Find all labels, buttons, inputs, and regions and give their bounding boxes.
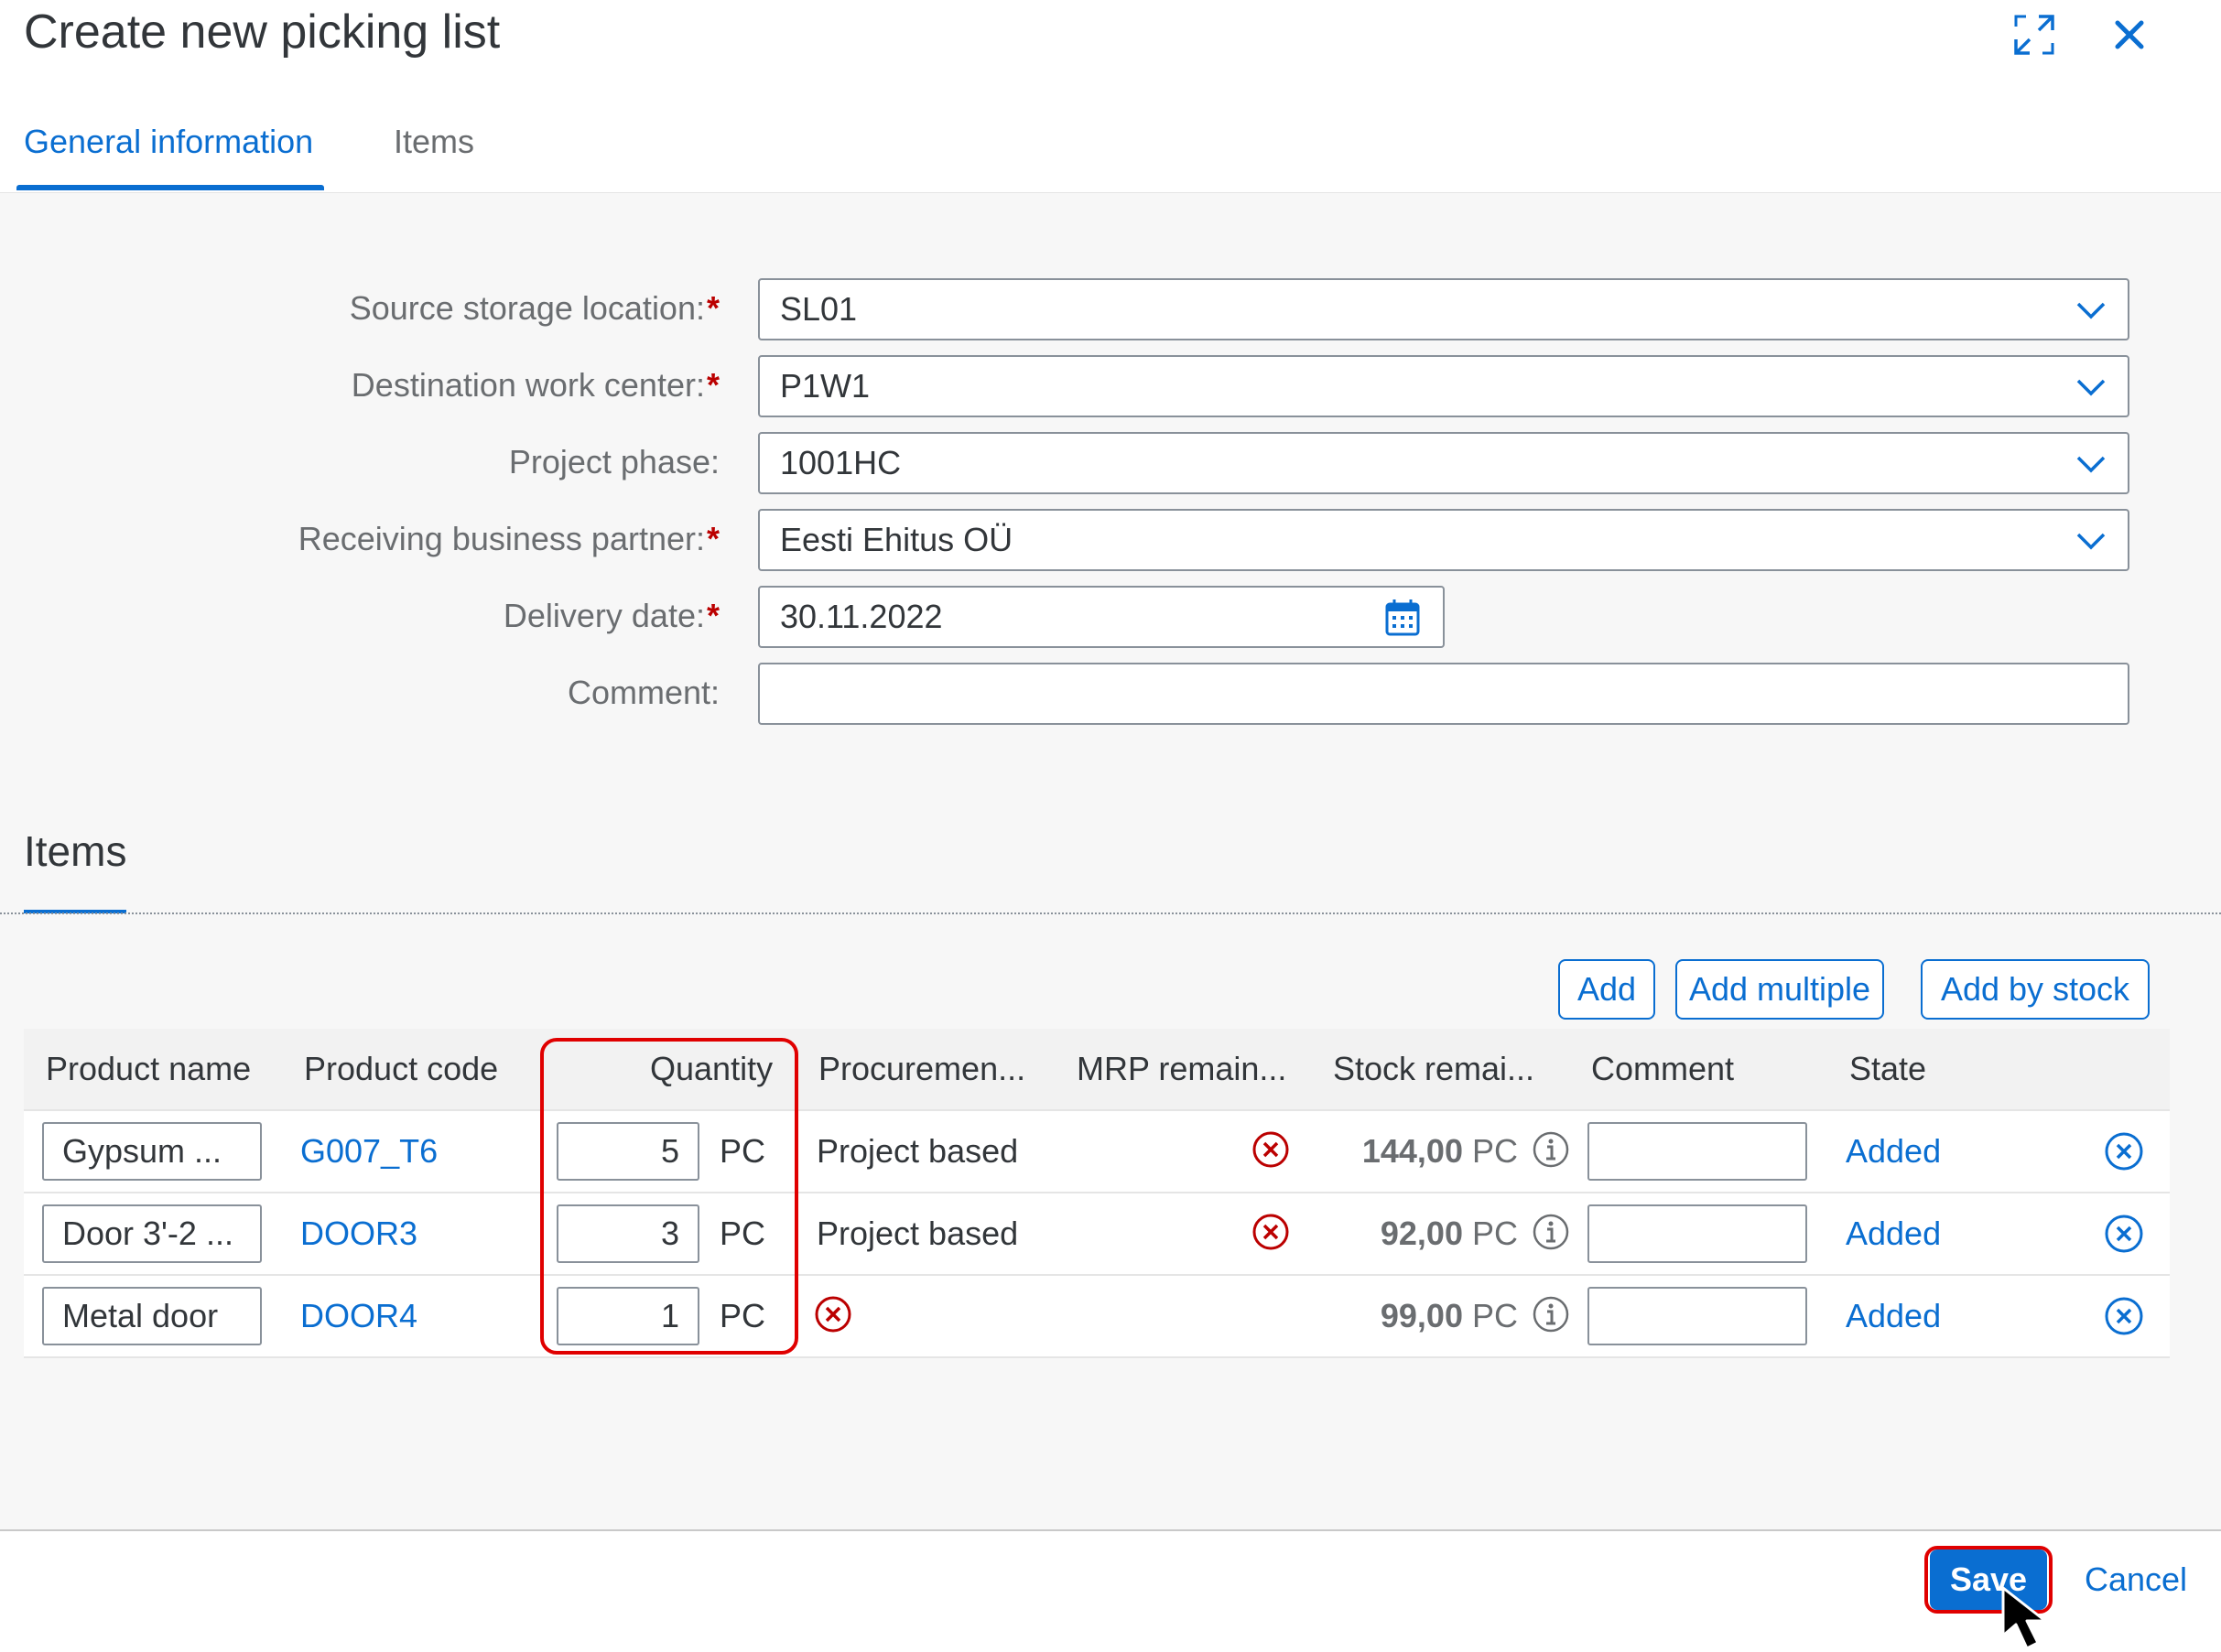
error-circle-icon [813,1294,853,1334]
product-name-input[interactable]: Metal door [42,1287,262,1345]
form-label-destination-work-center: Destination work center:* [351,366,720,404]
chevron-down-icon [2076,456,2106,473]
state-link[interactable]: Added [1846,1111,1941,1192]
items-section-title: Items [24,827,127,875]
close-icon[interactable] [2102,7,2157,62]
dialog-title: Create new picking list [24,5,501,59]
remove-circle-icon[interactable] [2102,1294,2146,1338]
stock-remaining-value: 144,00 PC [1361,1132,1518,1170]
add-multiple-button[interactable]: Add multiple [1675,959,1884,1020]
add-button[interactable]: Add [1558,959,1655,1020]
info-icon[interactable] [1531,1294,1571,1334]
required-marker: * [706,520,720,557]
required-marker: * [706,366,720,404]
chevron-down-icon [2076,533,2106,550]
column-header-comment[interactable]: Comment [1591,1029,1734,1109]
row-comment-input[interactable] [1587,1122,1807,1181]
form-label-delivery-date: Delivery date:* [503,597,720,634]
expand-icon[interactable] [2007,7,2062,62]
procurement-text: Project based [817,1215,1019,1252]
quantity-input[interactable]: 1 [557,1287,699,1345]
product-code-link[interactable]: G007_T6 [300,1111,438,1192]
form-label-project-phase: Project phase: [508,443,720,480]
quantity-input[interactable]: 3 [557,1204,699,1263]
form-label-receiving-business-partner: Receiving business partner:* [298,520,720,557]
column-header-product-code[interactable]: Product code [304,1029,498,1109]
form-label-source-storage-location: Source storage location:* [349,289,720,327]
product-code-link[interactable]: DOOR4 [300,1276,417,1356]
quantity-unit: PC [720,1297,766,1334]
tab-general-information[interactable]: General information [24,119,313,165]
column-header-quantity[interactable]: Quantity [650,1029,773,1109]
state-link[interactable]: Added [1846,1193,1941,1274]
product-code-link[interactable]: DOOR3 [300,1193,417,1274]
chevron-down-icon [2076,302,2106,319]
table-header: Product name Product code Quantity Procu… [24,1029,2170,1111]
error-circle-icon [1251,1212,1291,1252]
project-phase-select[interactable]: 1001HC [758,432,2129,494]
column-header-mrp-remaining[interactable]: MRP remain... [1077,1029,1286,1109]
delivery-date-picker[interactable]: 30.11.2022 [758,586,1445,648]
chevron-down-icon [2076,379,2106,396]
remove-circle-icon[interactable] [2102,1212,2146,1256]
column-header-state[interactable]: State [1849,1029,1926,1109]
info-icon[interactable] [1531,1129,1571,1170]
product-name-input[interactable]: Gypsum ... [42,1122,262,1181]
destination-work-center-select[interactable]: P1W1 [758,355,2129,417]
tab-items[interactable]: Items [394,119,474,165]
row-comment-input[interactable] [1587,1287,1807,1345]
info-icon[interactable] [1531,1212,1571,1252]
column-header-product-name[interactable]: Product name [46,1029,251,1109]
add-by-stock-button[interactable]: Add by stock [1921,959,2150,1020]
column-header-stock-remaining[interactable]: Stock remai... [1333,1029,1534,1109]
mouse-cursor-icon [2001,1586,2047,1650]
quantity-input[interactable]: 5 [557,1122,699,1181]
stock-remaining-value: 99,00 PC [1380,1297,1518,1334]
quantity-unit: PC [720,1215,766,1252]
remove-circle-icon[interactable] [2102,1129,2146,1173]
dialog-footer: Save Cancel [0,1529,2221,1652]
table-row: Door 3'-2 ... DOOR3 3 PC Project based 9… [24,1193,2170,1276]
calendar-icon[interactable] [1384,599,1421,637]
row-comment-input[interactable] [1587,1204,1807,1263]
table-row: Gypsum ... G007_T6 5 PC Project based 14… [24,1111,2170,1193]
error-circle-icon [1251,1129,1291,1170]
cancel-button[interactable]: Cancel [2076,1549,2195,1610]
form-label-comment: Comment: [567,674,720,711]
table-row: Metal door DOOR4 1 PC 99,00 PC Added [24,1276,2170,1358]
column-header-procurement[interactable]: Procuremen... [818,1029,1025,1109]
procurement-text: Project based [817,1132,1019,1170]
section-divider [0,912,2221,914]
dialog-header: Create new picking list General informat… [0,0,2221,194]
state-link[interactable]: Added [1846,1276,1941,1356]
receiving-business-partner-select[interactable]: Eesti Ehitus OÜ [758,509,2129,571]
required-marker: * [706,597,720,634]
quantity-unit: PC [720,1132,766,1170]
comment-input[interactable] [758,663,2129,725]
stock-remaining-value: 92,00 PC [1380,1215,1518,1252]
required-marker: * [706,289,720,327]
dialog-content: Source storage location:* SL01 Destinati… [0,193,2221,1529]
source-storage-location-select[interactable]: SL01 [758,278,2129,340]
product-name-input[interactable]: Door 3'-2 ... [42,1204,262,1263]
active-tab-indicator [16,185,324,190]
